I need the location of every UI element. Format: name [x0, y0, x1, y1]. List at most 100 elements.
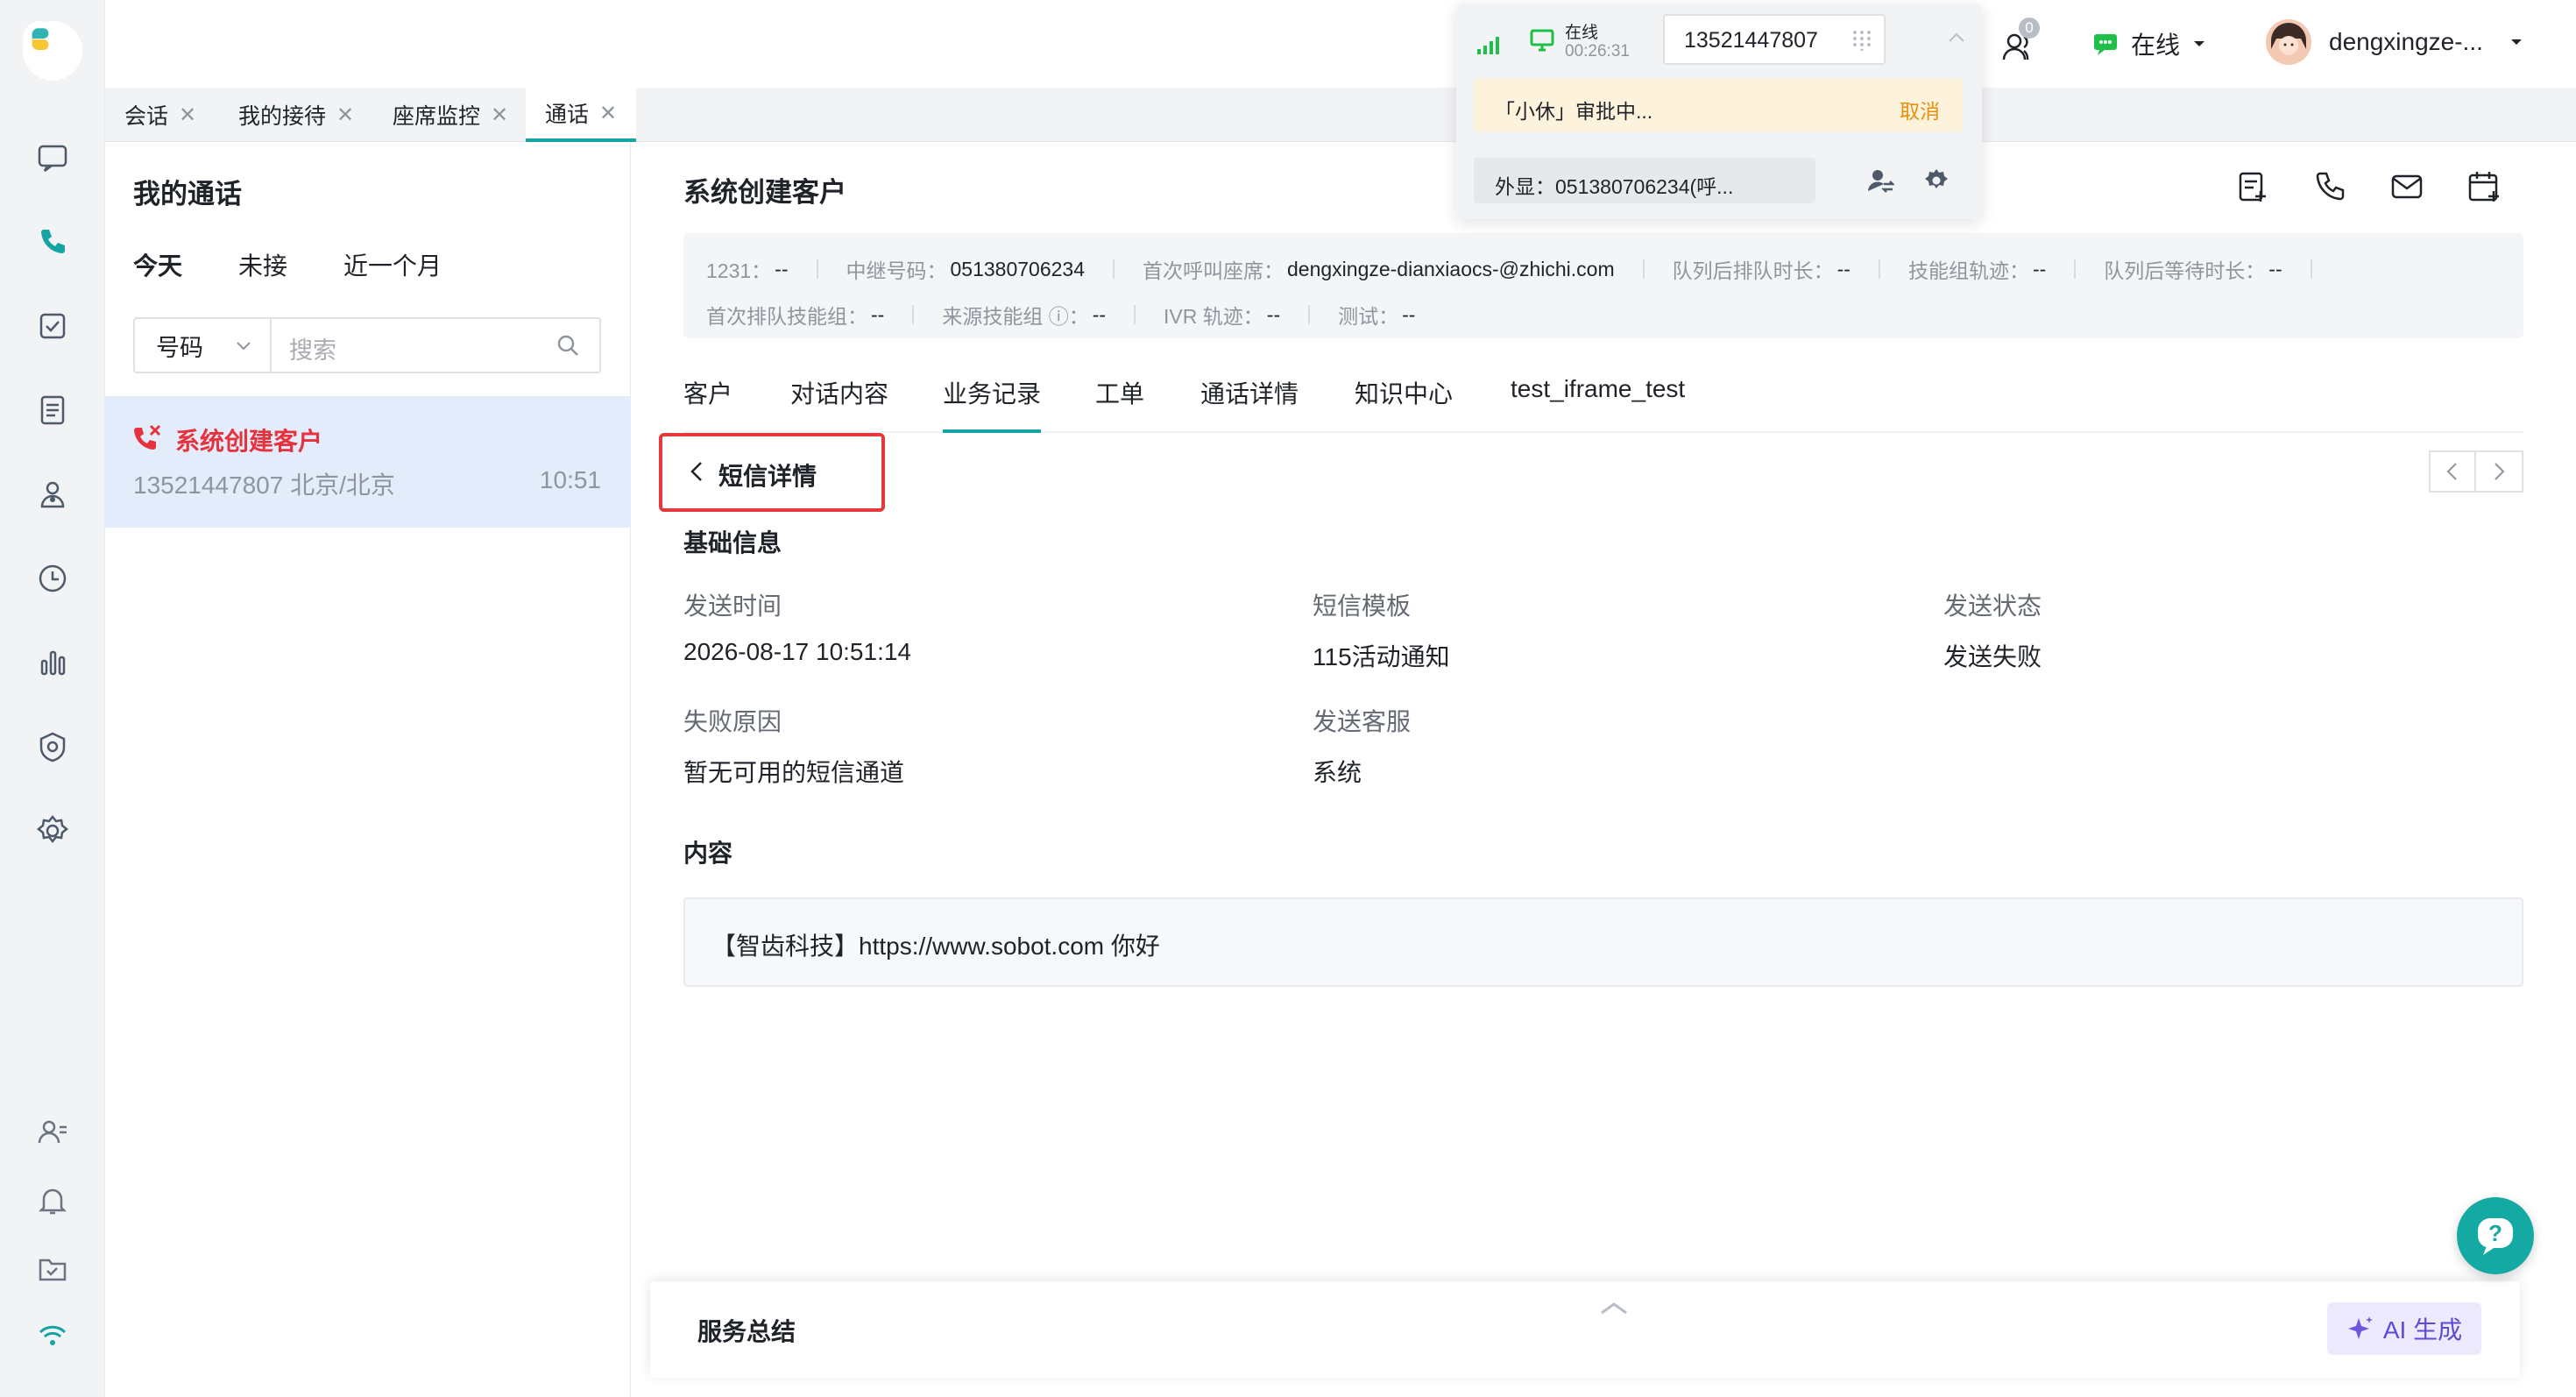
ai-generate-button[interactable]: AI 生成: [2327, 1302, 2481, 1355]
nav-chat-icon[interactable]: [26, 131, 79, 184]
nav-bell-icon[interactable]: [26, 1174, 79, 1227]
nav-report-icon[interactable]: [26, 636, 79, 689]
info-value: --: [1092, 302, 1107, 326]
back-button[interactable]: 短信详情: [659, 433, 885, 512]
info-item: 队列后排队时长： --: [1673, 254, 1851, 284]
agents-button[interactable]: 0: [2001, 18, 2040, 69]
call-button[interactable]: [2311, 168, 2348, 209]
tab-knowledge[interactable]: 知识中心: [1355, 370, 1453, 433]
help-button[interactable]: ?: [2457, 1197, 2534, 1274]
field-send-time: 发送时间 2026-08-17 10:51:14: [683, 587, 911, 666]
info-value: 051380706234: [950, 257, 1086, 280]
chevron-up-icon[interactable]: [1596, 1297, 1631, 1318]
collapse-icon[interactable]: [1947, 30, 1966, 46]
call-list-item[interactable]: 系统创建客户 13521447807 北京/北京 10:51: [105, 396, 631, 528]
next-button[interactable]: [2476, 450, 2523, 493]
info-value: --: [2268, 257, 2282, 280]
field-label: 发送客服: [1313, 708, 1412, 735]
tab-tickets[interactable]: 工单: [1095, 370, 1144, 433]
outbound-display-select[interactable]: 外显：051380706234(呼...: [1474, 158, 1815, 203]
add-record-button[interactable]: [2234, 168, 2271, 209]
nav-phone-icon[interactable]: [26, 216, 79, 268]
keypad-icon[interactable]: [1852, 30, 1872, 51]
transfer-icon[interactable]: [1866, 167, 1894, 195]
dial-number-input[interactable]: 13521447807: [1663, 14, 1886, 65]
nav-folder-icon[interactable]: [26, 1243, 79, 1295]
search-icon[interactable]: [556, 333, 580, 358]
call-time: 10:51: [539, 466, 601, 493]
tab-seat-monitor[interactable]: 座席监控 ✕: [373, 88, 527, 142]
ai-generate-label: AI 生成: [2382, 1316, 2463, 1344]
divider: [1134, 305, 1136, 324]
filter-today[interactable]: 今天: [133, 247, 182, 282]
nav-document-icon[interactable]: [26, 384, 79, 436]
tab-conversation[interactable]: 对话内容: [790, 370, 888, 433]
call-detail-area: 系统创建客户 1231： -- 中继号码： 051380706234 首次呼叫座席：…: [633, 142, 2576, 1397]
tab-session[interactable]: 会话 ✕: [105, 88, 216, 142]
search-input[interactable]: 搜索: [289, 331, 336, 365]
field-label: 发送时间: [683, 592, 782, 620]
online-status-dropdown[interactable]: 在线: [2092, 26, 2219, 61]
nav-history-icon[interactable]: [26, 552, 79, 605]
nav-settings-icon[interactable]: [26, 805, 79, 857]
info-key: 队列后等待时长：: [2104, 259, 2266, 282]
chevron-right-icon: [2495, 463, 2505, 480]
panel-title: 我的通话: [133, 179, 242, 209]
svg-text:?: ?: [2488, 1220, 2502, 1246]
info-value: --: [775, 257, 789, 280]
info-key: 队列后排队时长：: [1672, 259, 1834, 282]
nav-customer-icon[interactable]: [26, 468, 79, 521]
info-key: IVR 轨迹：: [1164, 305, 1263, 328]
agents-count-badge: 0: [2019, 18, 2040, 39]
user-menu[interactable]: dengxingze-...: [2266, 19, 2523, 65]
tab-label: 座席监控: [393, 104, 481, 129]
gear-icon[interactable]: [1922, 167, 1950, 195]
close-icon[interactable]: ✕: [599, 101, 617, 126]
tab-iframe-test[interactable]: test_iframe_test: [1511, 370, 1685, 433]
app-root: 0 在线 dengxingze-... 会话 ✕ 我的接待 ✕ 座席监控 ✕ 通话 ✕ …: [0, 0, 2576, 1397]
send-message-button[interactable]: [2388, 168, 2425, 209]
call-customer-name: 系统创建客户: [175, 428, 323, 455]
add-schedule-button[interactable]: [2466, 168, 2502, 209]
my-calls-panel: 我的通话 今天 未接 近一个月 号码 搜索 系统创建客户 13521447807…: [105, 142, 631, 1397]
left-nav-rail: [0, 0, 105, 1397]
tab-call-details[interactable]: 通话详情: [1200, 370, 1299, 433]
info-item: 技能组轨迹： --: [1908, 254, 2046, 284]
prev-button[interactable]: [2429, 450, 2476, 493]
nav-user-status-icon[interactable]: [26, 1106, 79, 1159]
search-type-select[interactable]: 号码: [135, 319, 272, 372]
call-timer: 00:26:31: [1565, 42, 1630, 60]
sparkle-icon: [2347, 1316, 2373, 1339]
call-info-summary: 1231： -- 中继号码： 051380706234 首次呼叫座席： dengxin…: [683, 233, 2523, 338]
nav-task-icon[interactable]: [26, 300, 79, 352]
close-icon[interactable]: ✕: [491, 103, 508, 128]
info-item: 来源技能组 ⓘ： --: [942, 300, 1106, 330]
tab-customer[interactable]: 客户: [683, 370, 732, 433]
divider: [2074, 259, 2077, 279]
info-item: IVR 轨迹： --: [1164, 300, 1280, 330]
filter-last-month[interactable]: 近一个月: [343, 247, 442, 282]
info-key: 首次呼叫座席：: [1143, 259, 1284, 282]
chevron-left-icon: [2446, 463, 2457, 480]
online-status-label: 在线: [2131, 32, 2181, 59]
field-sms-template: 短信模板 115活动通知: [1313, 587, 1450, 673]
cancel-approval-button[interactable]: 取消: [1900, 95, 1940, 124]
content-heading: 内容: [683, 840, 733, 867]
workspace-tabs: 会话 ✕ 我的接待 ✕ 座席监控 ✕ 通话 ✕: [105, 88, 2576, 142]
summary-title: 服务总结: [697, 1318, 796, 1345]
tab-business-records[interactable]: 业务记录: [943, 370, 1042, 433]
tab-my-reception[interactable]: 我的接待 ✕: [219, 88, 373, 142]
caret-down-icon: [2194, 41, 2205, 46]
tab-calls[interactable]: 通话 ✕: [526, 88, 637, 142]
tab-label: 我的接待: [238, 104, 327, 129]
mail-icon: [2391, 174, 2423, 199]
field-value: 2026-08-17 10:51:14: [683, 638, 911, 665]
nav-quality-icon[interactable]: [26, 720, 79, 773]
approval-text: 「小休」审批中...: [1495, 100, 1653, 123]
divider: [1642, 259, 1645, 279]
info-key: 测试：: [1338, 305, 1399, 328]
close-icon[interactable]: ✕: [179, 103, 196, 128]
field-label: 短信模板: [1313, 592, 1412, 620]
close-icon[interactable]: ✕: [336, 103, 354, 128]
filter-missed[interactable]: 未接: [238, 247, 287, 282]
